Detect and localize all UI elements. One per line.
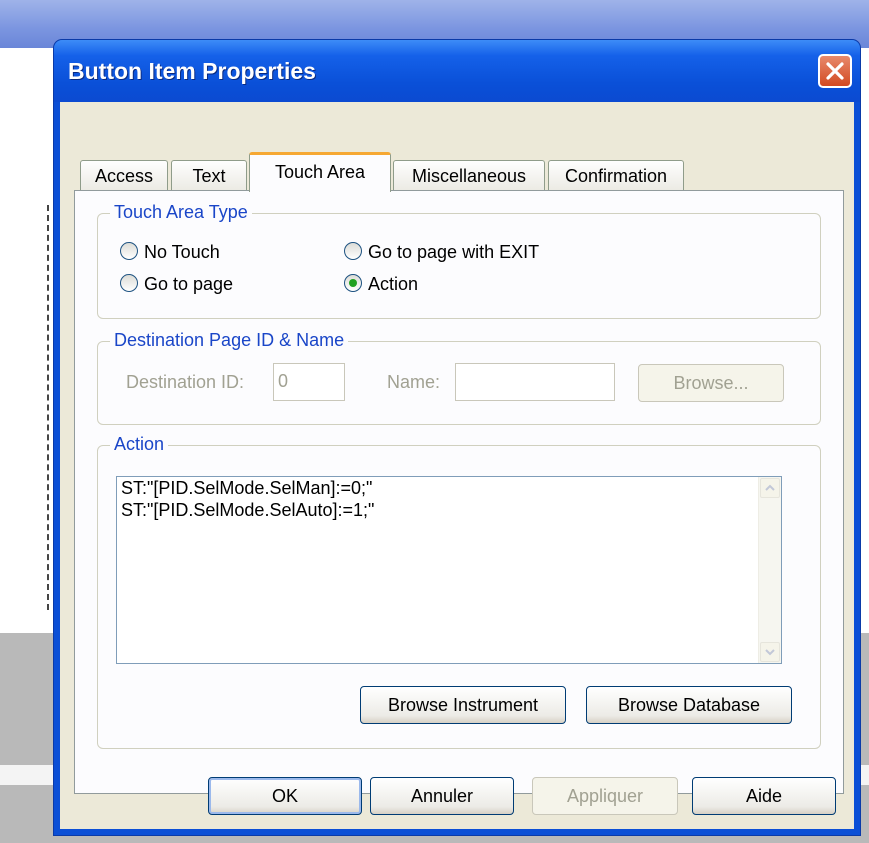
close-button[interactable] bbox=[818, 54, 852, 88]
tab-miscellaneous[interactable]: Miscellaneous bbox=[393, 160, 545, 190]
chevron-up-icon bbox=[765, 484, 775, 491]
browse-database-button[interactable]: Browse Database bbox=[586, 686, 792, 724]
radio-no-touch-indicator bbox=[120, 242, 138, 260]
action-group: Action ST:"[PID.SelMode.SelMan]:=0;" ST:… bbox=[97, 434, 821, 749]
dialog-client-area: Access Text Touch Area Miscellaneous Con… bbox=[60, 102, 854, 829]
ok-button[interactable]: OK bbox=[208, 777, 362, 815]
radio-go-to-page-label: Go to page bbox=[144, 274, 234, 294]
dialog-titlebar[interactable]: Button Item Properties bbox=[54, 40, 860, 102]
destination-name-field[interactable] bbox=[455, 363, 615, 401]
tab-access[interactable]: Access bbox=[80, 160, 168, 190]
scroll-down-button[interactable] bbox=[760, 642, 780, 662]
radio-go-to-page-with-exit-indicator bbox=[344, 242, 362, 260]
apply-button[interactable]: Appliquer bbox=[532, 777, 678, 815]
destination-id-label: Destination ID: bbox=[126, 372, 245, 392]
help-button[interactable]: Aide bbox=[692, 777, 836, 815]
touch-area-type-group: Touch Area Type No Touch Go to page with… bbox=[97, 202, 821, 319]
canvas-selection-border bbox=[47, 205, 49, 610]
cancel-button[interactable]: Annuler bbox=[370, 777, 514, 815]
touch-area-tab-panel: Touch Area Type No Touch Go to page with… bbox=[74, 190, 844, 794]
action-scrollbar[interactable] bbox=[758, 477, 781, 663]
tab-text[interactable]: Text bbox=[171, 160, 247, 190]
radio-go-to-page-with-exit-label: Go to page with EXIT bbox=[368, 242, 540, 262]
close-icon bbox=[826, 62, 844, 80]
action-script-line: ST:"[PID.SelMode.SelMan]:=0;" bbox=[121, 478, 373, 498]
tab-touch-area[interactable]: Touch Area bbox=[249, 152, 391, 192]
button-item-properties-dialog: Button Item Properties Access Text Touch… bbox=[54, 40, 860, 835]
action-legend: Action bbox=[110, 434, 169, 455]
scroll-up-button[interactable] bbox=[760, 478, 780, 498]
radio-action-label: Action bbox=[368, 274, 419, 294]
tab-confirmation[interactable]: Confirmation bbox=[548, 160, 684, 190]
radio-action-indicator bbox=[344, 274, 362, 292]
touch-area-type-legend: Touch Area Type bbox=[110, 202, 252, 223]
dialog-title: Button Item Properties bbox=[68, 58, 316, 84]
destination-legend: Destination Page ID & Name bbox=[110, 330, 349, 351]
radio-no-touch-label: No Touch bbox=[144, 242, 220, 262]
destination-group: Destination Page ID & Name Destination I… bbox=[97, 330, 821, 425]
destination-name-label: Name: bbox=[387, 372, 441, 392]
destination-id-field[interactable]: 0 bbox=[273, 363, 345, 401]
browse-instrument-button[interactable]: Browse Instrument bbox=[360, 686, 566, 724]
destination-browse-button[interactable]: Browse... bbox=[638, 364, 784, 402]
action-script-line: ST:"[PID.SelMode.SelAuto]:=1;" bbox=[121, 500, 375, 520]
action-script-textarea[interactable]: ST:"[PID.SelMode.SelMan]:=0;" ST:"[PID.S… bbox=[116, 476, 782, 664]
radio-go-to-page-indicator bbox=[120, 274, 138, 292]
chevron-down-icon bbox=[765, 649, 775, 656]
